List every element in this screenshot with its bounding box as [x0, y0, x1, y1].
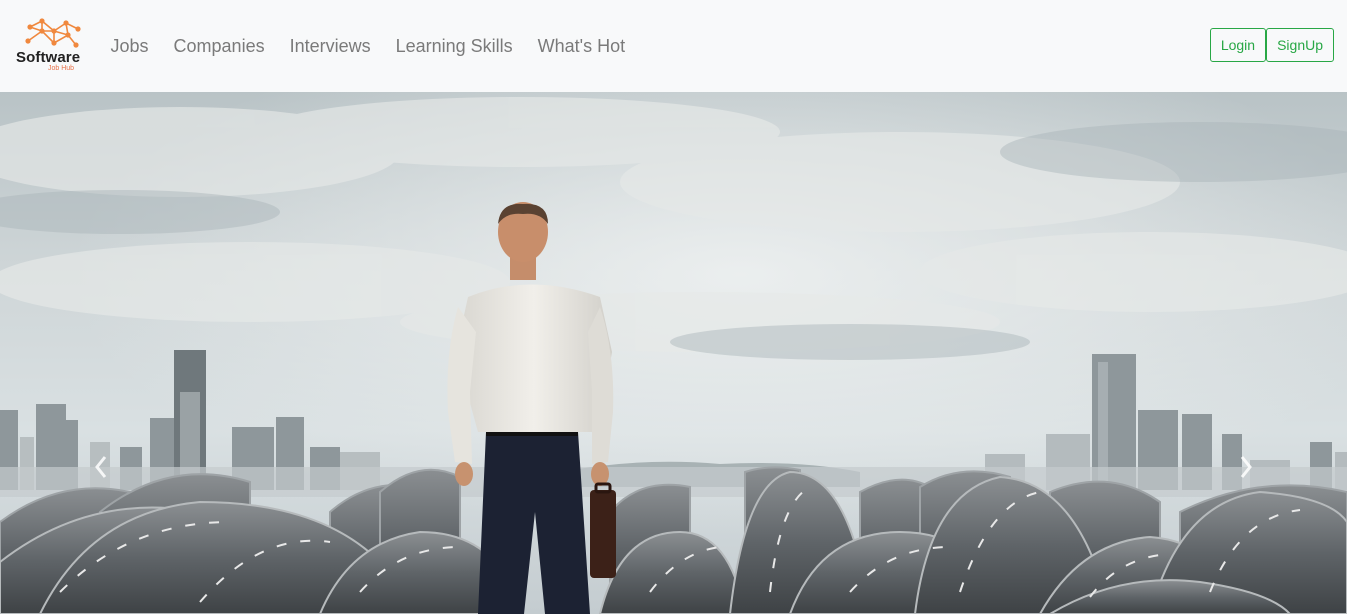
carousel-next-button[interactable]	[1236, 452, 1256, 482]
nav-item-whats-hot[interactable]: What's Hot	[525, 36, 637, 57]
nav-item-learning-skills[interactable]: Learning Skills	[383, 36, 525, 57]
chevron-right-icon	[1240, 456, 1252, 478]
main-nav: Jobs Companies Interviews Learning Skill…	[98, 0, 638, 92]
hero-image	[0, 92, 1347, 614]
login-button[interactable]: Login	[1209, 28, 1267, 62]
brand-subtitle: Job Hub	[48, 65, 75, 72]
nav-item-companies[interactable]: Companies	[161, 36, 277, 57]
brand-name: Software	[16, 49, 81, 66]
network-nodes-icon	[25, 18, 81, 48]
chevron-left-icon	[95, 456, 107, 478]
navbar: Software Job Hub Jobs Companies Intervie…	[0, 0, 1347, 92]
brand-logo[interactable]: Software Job Hub	[14, 17, 94, 75]
nav-item-jobs[interactable]: Jobs	[98, 36, 161, 57]
signup-button[interactable]: SignUp	[1266, 28, 1334, 62]
nav-item-interviews[interactable]: Interviews	[277, 36, 383, 57]
carousel-prev-button[interactable]	[91, 452, 111, 482]
auth-buttons: Login SignUp	[1209, 28, 1334, 62]
hero-carousel	[0, 92, 1347, 614]
